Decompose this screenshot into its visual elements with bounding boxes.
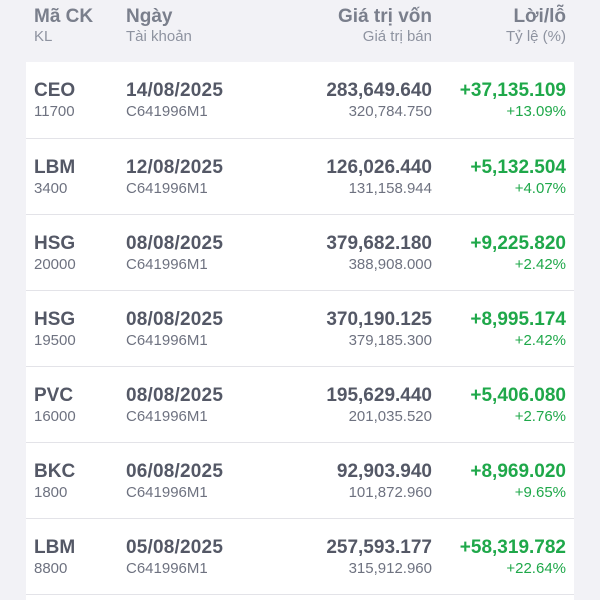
stock-symbol: PVC [34, 385, 74, 406]
quantity: 20000 [34, 256, 76, 273]
header-sell-value-subtitle: Giá trị bán [362, 28, 432, 45]
header-date-column[interactable]: Ngày Tài khoản [126, 6, 192, 46]
cost-value: 379,682.180 [326, 233, 432, 254]
table-row[interactable]: LBM 8800 05/08/2025 C641996M1 257,593.17… [26, 519, 574, 595]
header-profit-loss-title: Lời/lỗ [513, 6, 566, 27]
profit-loss-amount: +8,969.020 [470, 461, 566, 482]
quantity: 1800 [34, 484, 68, 501]
cost-value: 283,649.640 [326, 80, 432, 101]
stock-symbol: HSG [34, 233, 76, 254]
stock-symbol: HSG [34, 309, 76, 330]
profit-loss-amount: +58,319.782 [459, 537, 566, 558]
stock-symbol: BKC [34, 461, 76, 482]
sell-value: 131,158.944 [348, 180, 432, 197]
header-cost-title: Giá trị vốn [338, 6, 432, 27]
header-cost-column[interactable]: Giá trị vốn Giá trị bán [338, 6, 432, 46]
cost-value: 257,593.177 [326, 537, 432, 558]
row-divider [26, 594, 574, 595]
header-profit-loss-column[interactable]: Lời/lỗ Tỷ lệ (%) [506, 6, 566, 46]
account-number: C641996M1 [126, 560, 208, 577]
profit-loss-percent: +22.64% [506, 560, 566, 577]
cost-value: 126,026.440 [326, 157, 432, 178]
trade-date: 14/08/2025 [126, 80, 224, 101]
table-row[interactable]: LBM 3400 12/08/2025 C641996M1 126,026.44… [26, 139, 574, 215]
profit-loss-amount: +9,225.820 [470, 233, 566, 254]
account-number: C641996M1 [126, 103, 208, 120]
quantity: 8800 [34, 560, 68, 577]
profit-loss-amount: +5,132.504 [470, 157, 566, 178]
trade-date: 08/08/2025 [126, 309, 224, 330]
profit-loss-percent: +2.42% [514, 256, 566, 273]
trade-date: 05/08/2025 [126, 537, 224, 558]
header-symbol-title: Mã CK [34, 6, 94, 27]
trade-date: 06/08/2025 [126, 461, 224, 482]
quantity: 19500 [34, 332, 76, 349]
profit-loss-amount: +37,135.109 [459, 80, 566, 101]
stock-symbol: LBM [34, 537, 76, 558]
trade-date: 12/08/2025 [126, 157, 224, 178]
profit-loss-percent: +4.07% [514, 180, 566, 197]
table-row[interactable]: CEO 11700 14/08/2025 C641996M1 283,649.6… [26, 62, 574, 138]
trade-date: 08/08/2025 [126, 233, 224, 254]
sell-value: 101,872.960 [348, 484, 432, 501]
quantity: 3400 [34, 180, 68, 197]
cost-value: 370,190.125 [326, 309, 432, 330]
profit-loss-percent: +9.65% [514, 484, 566, 501]
account-number: C641996M1 [126, 256, 208, 273]
profit-loss-percent: +2.76% [514, 408, 566, 425]
quantity: 11700 [34, 103, 75, 120]
sell-value: 388,908.000 [348, 256, 432, 273]
account-number: C641996M1 [126, 180, 208, 197]
table-row[interactable]: HSG 19500 08/08/2025 C641996M1 370,190.1… [26, 291, 574, 367]
account-number: C641996M1 [126, 484, 208, 501]
table-row[interactable]: BKC 1800 06/08/2025 C641996M1 92,903.940… [26, 443, 574, 519]
header-percent-subtitle: Tỷ lệ (%) [506, 28, 566, 45]
sell-value: 320,784.750 [348, 103, 432, 120]
table-row[interactable]: HSG 20000 08/08/2025 C641996M1 379,682.1… [26, 215, 574, 291]
profit-loss-percent: +2.42% [514, 332, 566, 349]
sell-value: 315,912.960 [348, 560, 432, 577]
trade-date: 08/08/2025 [126, 385, 224, 406]
header-symbol-column[interactable]: Mã CK KL [34, 6, 93, 46]
profit-loss-amount: +5,406.080 [470, 385, 566, 406]
cost-value: 92,903.940 [336, 461, 432, 482]
sell-value: 379,185.300 [348, 332, 432, 349]
account-number: C641996M1 [126, 408, 208, 425]
profit-loss-amount: +8,995.174 [470, 309, 566, 330]
quantity: 16000 [34, 408, 76, 425]
header-account-subtitle: Tài khoản [126, 28, 192, 45]
stock-symbol: CEO [34, 80, 76, 101]
sell-value: 201,035.520 [348, 408, 432, 425]
table-row[interactable]: PVC 16000 08/08/2025 C641996M1 195,629.4… [26, 367, 574, 443]
header-quantity-subtitle: KL [34, 28, 53, 45]
header-date-title: Ngày [126, 6, 173, 27]
profit-loss-percent: +13.09% [506, 103, 566, 120]
cost-value: 195,629.440 [326, 385, 432, 406]
table-header: Mã CK KL Ngày Tài khoản Giá trị vốn Giá … [0, 0, 600, 62]
stock-symbol: LBM [34, 157, 76, 178]
account-number: C641996M1 [126, 332, 208, 349]
trade-history-list: CEO 11700 14/08/2025 C641996M1 283,649.6… [26, 62, 574, 600]
